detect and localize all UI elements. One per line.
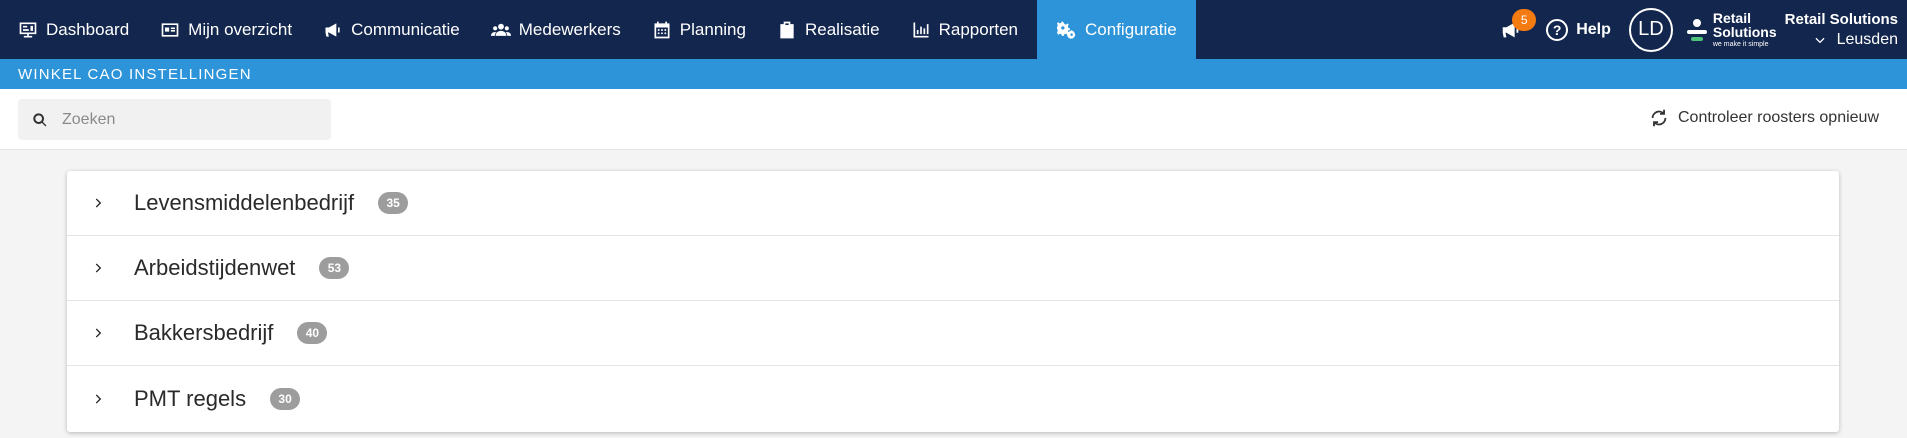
list-item[interactable]: PMT regels 30 <box>67 366 1839 432</box>
search-icon <box>33 112 47 126</box>
question-mark-icon: ? <box>1546 18 1569 41</box>
id-card-icon <box>161 22 179 37</box>
count-badge: 53 <box>319 257 350 279</box>
nav-planning[interactable]: Planning <box>640 0 765 59</box>
group-name: Bakkersbedrijf <box>134 320 274 345</box>
nav-label: Rapporten <box>938 19 1019 39</box>
brand-name-line1: Retail <box>1712 9 1751 26</box>
recheck-label: Controleer roosters opnieuw <box>1678 109 1879 126</box>
brand-name-line2: Solutions <box>1712 23 1777 40</box>
count-badge: 30 <box>270 388 301 410</box>
help-button[interactable]: ? Help <box>1546 18 1611 41</box>
clipboard-icon <box>780 21 794 38</box>
announcements-button[interactable]: 5 <box>1496 8 1537 45</box>
nav-label: Medewerkers <box>518 19 621 39</box>
main-nav: Dashboard Mijn overzicht Communicatie Me… <box>0 0 1196 59</box>
store-location: Leusden <box>1813 30 1898 50</box>
store-location-label: Leusden <box>1836 30 1898 48</box>
search-input[interactable] <box>62 110 302 129</box>
group-name: PMT regels <box>134 386 247 411</box>
nav-right-area: 5 ? Help LD Retail Solutions we make it … <box>1496 0 1907 59</box>
list-item[interactable]: Levensmiddelenbedrijf 35 <box>67 171 1839 236</box>
nav-label: Dashboard <box>46 19 130 39</box>
search-box <box>18 99 331 140</box>
megaphone-icon <box>325 22 340 37</box>
nav-communicatie[interactable]: Communicatie <box>311 0 479 59</box>
avatar[interactable]: LD <box>1628 7 1673 52</box>
nav-realisatie[interactable]: Realisatie <box>765 0 899 59</box>
monitor-icon <box>19 22 37 37</box>
nav-medewerkers[interactable]: Medewerkers <box>479 0 640 59</box>
count-badge: 35 <box>378 192 409 214</box>
chevron-right-icon <box>91 196 105 210</box>
count-badge: 40 <box>297 322 328 344</box>
retail-solutions-logo-icon <box>1686 18 1707 41</box>
nav-rapporten[interactable]: Rapporten <box>899 0 1037 59</box>
calendar-icon <box>654 21 670 38</box>
group-name: Arbeidstijdenwet <box>134 255 296 280</box>
brand-tagline: we make it simple <box>1712 40 1769 48</box>
group-name: Levensmiddelenbedrijf <box>134 190 355 215</box>
users-icon <box>490 23 511 36</box>
store-company: Retail Solutions <box>1784 10 1898 28</box>
list-item[interactable]: Bakkersbedrijf 40 <box>67 301 1839 366</box>
chevron-right-icon <box>91 326 105 340</box>
notification-badge: 5 <box>1512 8 1537 31</box>
bar-chart-icon <box>913 22 929 37</box>
refresh-icon <box>1651 109 1667 127</box>
chevron-down-icon <box>1815 37 1825 43</box>
toolbar: Controleer roosters opnieuw <box>0 89 1907 150</box>
nav-label: Mijn overzicht <box>188 19 293 39</box>
list-item[interactable]: Arbeidstijdenwet 53 <box>67 236 1839 301</box>
nav-mijn-overzicht[interactable]: Mijn overzicht <box>148 0 311 59</box>
nav-label: Configuratie <box>1085 19 1177 39</box>
cao-group-list: Levensmiddelenbedrijf 35 Arbeidstijdenwe… <box>67 171 1839 432</box>
chevron-right-icon <box>91 261 105 275</box>
page-title: WINKEL CAO INSTELLINGEN <box>0 59 1907 89</box>
nav-label: Communicatie <box>351 19 460 39</box>
top-navigation-bar: Dashboard Mijn overzicht Communicatie Me… <box>0 0 1907 59</box>
chevron-right-icon <box>91 392 105 406</box>
nav-configuratie[interactable]: Configuratie <box>1037 0 1196 59</box>
nav-label: Realisatie <box>804 19 880 39</box>
brand-logo: Retail Solutions we make it simple <box>1686 9 1777 49</box>
store-selector[interactable]: Retail Solutions Leusden <box>1785 10 1907 50</box>
recheck-schedules-button[interactable]: Controleer roosters opnieuw <box>1648 107 1879 129</box>
nav-label: Planning <box>679 19 746 39</box>
nav-dashboard[interactable]: Dashboard <box>6 0 148 59</box>
gears-icon <box>1057 20 1076 39</box>
help-label: Help <box>1576 20 1611 38</box>
